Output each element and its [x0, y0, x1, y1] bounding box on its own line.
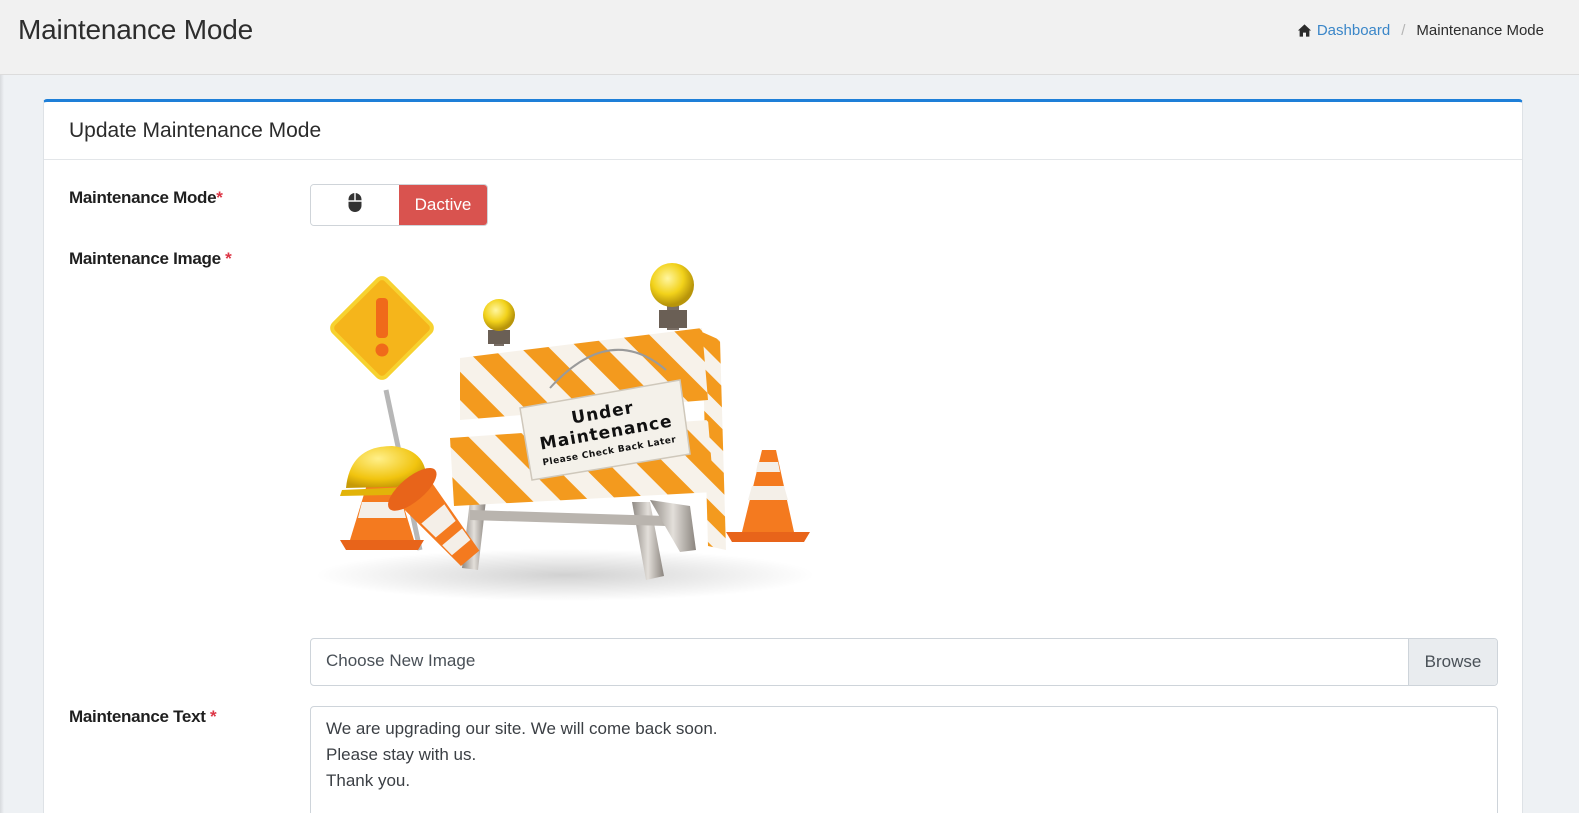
maintenance-mode-label: Maintenance Mode* [69, 188, 223, 208]
maintenance-image-label: Maintenance Image * [69, 249, 232, 269]
textarea-line: Please stay with us. [326, 745, 477, 764]
mouse-icon [347, 192, 363, 218]
required-mark: * [210, 707, 217, 726]
maintenance-mode-label-text: Maintenance Mode [69, 188, 217, 207]
maintenance-text-label: Maintenance Text * [69, 707, 217, 727]
textarea-line: We are upgrading our site. We will come … [326, 719, 718, 738]
breadcrumb-separator: / [1401, 22, 1406, 39]
image-file-input[interactable]: Choose New Image Browse [310, 638, 1498, 686]
card-header: Update Maintenance Mode [44, 102, 1522, 160]
textarea-line: Thank you. [326, 771, 411, 790]
breadcrumb-dashboard-link[interactable]: Dashboard [1317, 22, 1390, 39]
maintenance-image-label-text: Maintenance Image [69, 249, 221, 268]
required-mark: * [216, 188, 223, 207]
sidebar-edge [0, 75, 4, 813]
maintenance-illustration: Under Maintenance Please Check Back Late… [310, 250, 820, 602]
breadcrumb: Dashboard / Maintenance Mode [1297, 22, 1544, 39]
maintenance-mode-toggle[interactable]: Dactive [310, 184, 488, 226]
content-header: Maintenance Mode Dashboard / Maintenance… [0, 0, 1579, 75]
page-title: Maintenance Mode [18, 14, 253, 45]
home-icon [1297, 23, 1312, 38]
browse-button[interactable]: Browse [1408, 639, 1497, 685]
card-title: Update Maintenance Mode [69, 119, 322, 142]
maintenance-text-label-text: Maintenance Text [69, 707, 206, 726]
breadcrumb-current: Maintenance Mode [1416, 22, 1544, 39]
toggle-handle[interactable] [311, 185, 399, 225]
toggle-status: Dactive [399, 185, 487, 225]
required-mark: * [225, 249, 232, 268]
file-input-placeholder: Choose New Image [326, 651, 476, 670]
maintenance-card: Update Maintenance Mode Maintenance Mode… [43, 99, 1523, 813]
maintenance-text-textarea[interactable]: We are upgrading our site. We will come … [310, 706, 1498, 813]
